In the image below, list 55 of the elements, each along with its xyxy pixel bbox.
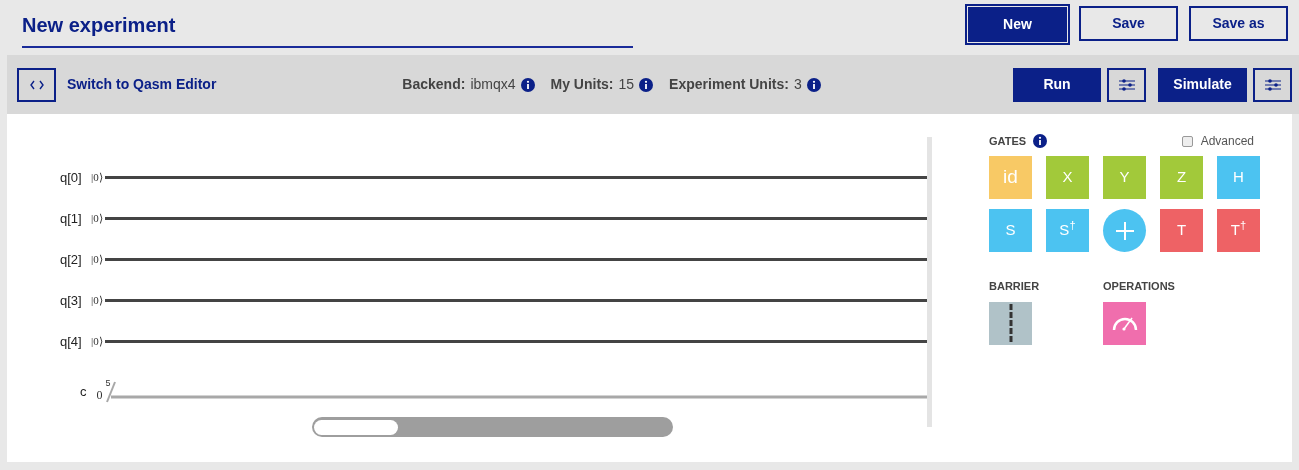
info-icon[interactable] <box>1033 134 1048 148</box>
info-icon[interactable] <box>520 77 535 92</box>
gate-tile[interactable]: T$^{†}$ <box>1217 209 1260 252</box>
qubit-label: q[4] <box>60 332 83 351</box>
gate-tile[interactable]: H <box>1217 156 1260 199</box>
section-heading: BARRIER <box>989 279 1041 294</box>
info-icon[interactable] <box>639 77 654 92</box>
qubit-label: q[3] <box>60 291 83 310</box>
run-button[interactable]: Run <box>1013 67 1101 102</box>
scrollbar[interactable] <box>312 417 673 437</box>
info-value: 15 <box>618 75 635 94</box>
qubit-state: |0⟩ <box>91 170 103 186</box>
register-value: 0 <box>96 387 103 404</box>
gate-tile[interactable]: T <box>1160 209 1203 252</box>
simulate-button[interactable]: Simulate <box>1158 67 1247 102</box>
qubit-label: q[1] <box>60 209 83 228</box>
settings-button[interactable] <box>1253 67 1292 102</box>
sliders-icon <box>1117 77 1136 92</box>
info-label: Experiment Units: <box>669 75 789 94</box>
gate-tile[interactable]: S$^{†}$ <box>1046 209 1089 252</box>
qubit-state: |0⟩ <box>91 334 103 350</box>
new-button[interactable]: New <box>968 7 1067 42</box>
info-value: 3 <box>793 75 802 94</box>
info-value: ibmqx4 <box>470 75 516 94</box>
gate-tile[interactable]: X <box>1046 156 1089 199</box>
switch-editor-link[interactable]: Switch to Qasm Editor <box>67 74 217 95</box>
save-as-button[interactable]: Save as <box>1189 6 1288 41</box>
qubit-state: |0⟩ <box>91 211 103 227</box>
bus-slash-icon <box>105 381 116 403</box>
code-brackets-icon <box>29 79 44 90</box>
qubit-label: q[0] <box>60 168 83 187</box>
advanced-checkbox[interactable]: Advanced <box>1181 132 1254 150</box>
gate-tile[interactable]: Y <box>1103 156 1146 199</box>
settings-button[interactable] <box>1107 67 1146 102</box>
gate-tile[interactable]: S <box>989 209 1032 252</box>
qubit-state: |0⟩ <box>91 293 103 309</box>
info-label: Backend: <box>402 75 466 94</box>
scrollbar-thumb[interactable] <box>314 419 398 435</box>
register-width: 5 <box>105 377 111 391</box>
dashed-line-icon <box>1008 304 1013 342</box>
measure-tile[interactable] <box>1103 301 1146 345</box>
register-label: c <box>80 383 87 402</box>
section-heading: OPERATIONS <box>1103 279 1175 294</box>
plus-icon <box>1114 220 1135 241</box>
qubit-label: q[2] <box>60 250 83 269</box>
sliders-icon <box>1263 77 1282 92</box>
gate-tile[interactable]: Z <box>1160 156 1203 199</box>
info-icon[interactable] <box>806 77 821 92</box>
info-label: My Units: <box>550 75 614 94</box>
experiment-title[interactable]: New experiment <box>22 14 176 36</box>
save-button[interactable]: Save <box>1079 6 1178 41</box>
section-heading: GATES <box>989 133 1027 149</box>
code-toggle-button[interactable] <box>17 67 56 102</box>
qubit-state: |0⟩ <box>91 252 103 268</box>
barrier-tile[interactable] <box>989 301 1032 345</box>
